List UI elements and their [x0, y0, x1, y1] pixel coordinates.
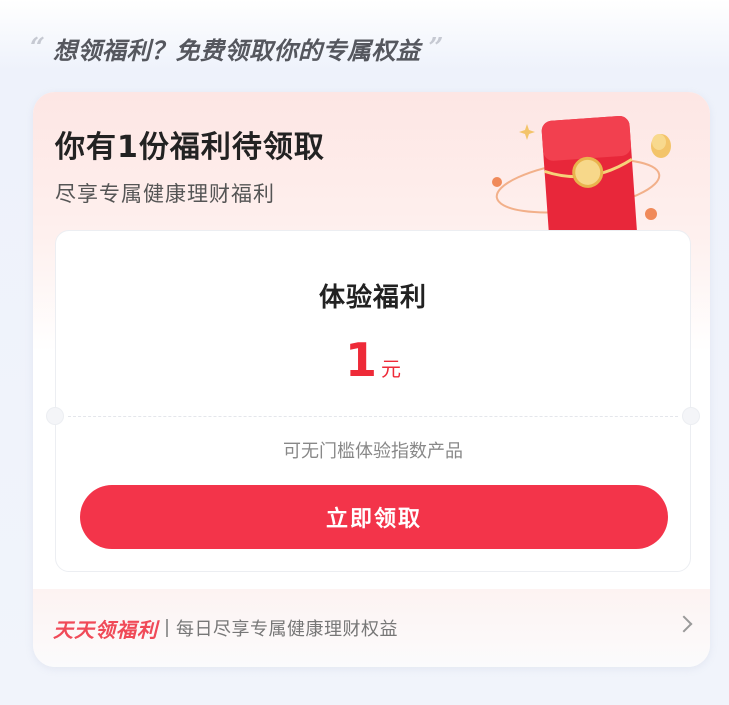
chevron-right-icon: [675, 615, 693, 633]
footer-separator: [166, 619, 168, 637]
quote-open-icon: “: [30, 33, 45, 63]
benefit-name: 体验福利: [318, 283, 427, 313]
daily-benefits-link[interactable]: 天天领福利 每日尽享专属健康理财权益: [33, 589, 710, 667]
section-heading: “ 想领福利？免费领取你的专属权益 ”: [30, 28, 443, 68]
amount-unit: 元: [381, 357, 401, 381]
quote-close-icon: ”: [428, 33, 444, 63]
benefit-coupon: 体验福利 1元 可无门槛体验指数产品 立即领取: [46, 230, 700, 572]
red-envelope-icon: [492, 116, 671, 236]
coupon-divider: [68, 416, 678, 417]
coupon-notch-left: [46, 407, 64, 425]
amount-value: 1: [344, 333, 377, 387]
footer-brand: 天天领福利: [53, 617, 158, 642]
card-title: 你有1份福利待领取: [55, 130, 325, 165]
coupon-notch-right: [682, 407, 700, 425]
benefit-amount: 1元: [56, 333, 690, 387]
footer-text: 每日尽享专属健康理财权益: [176, 619, 398, 640]
benefit-description: 可无门槛体验指数产品: [283, 441, 463, 462]
benefit-card: 你有1份福利待领取 尽享专属健康理财福利 体验福利 1元 可无门槛体验指数产品 …: [33, 92, 710, 667]
claim-button[interactable]: 立即领取: [80, 485, 668, 549]
card-subtitle: 尽享专属健康理财福利: [55, 182, 275, 206]
section-heading-text: 想领福利？免费领取你的专属权益: [52, 36, 421, 65]
